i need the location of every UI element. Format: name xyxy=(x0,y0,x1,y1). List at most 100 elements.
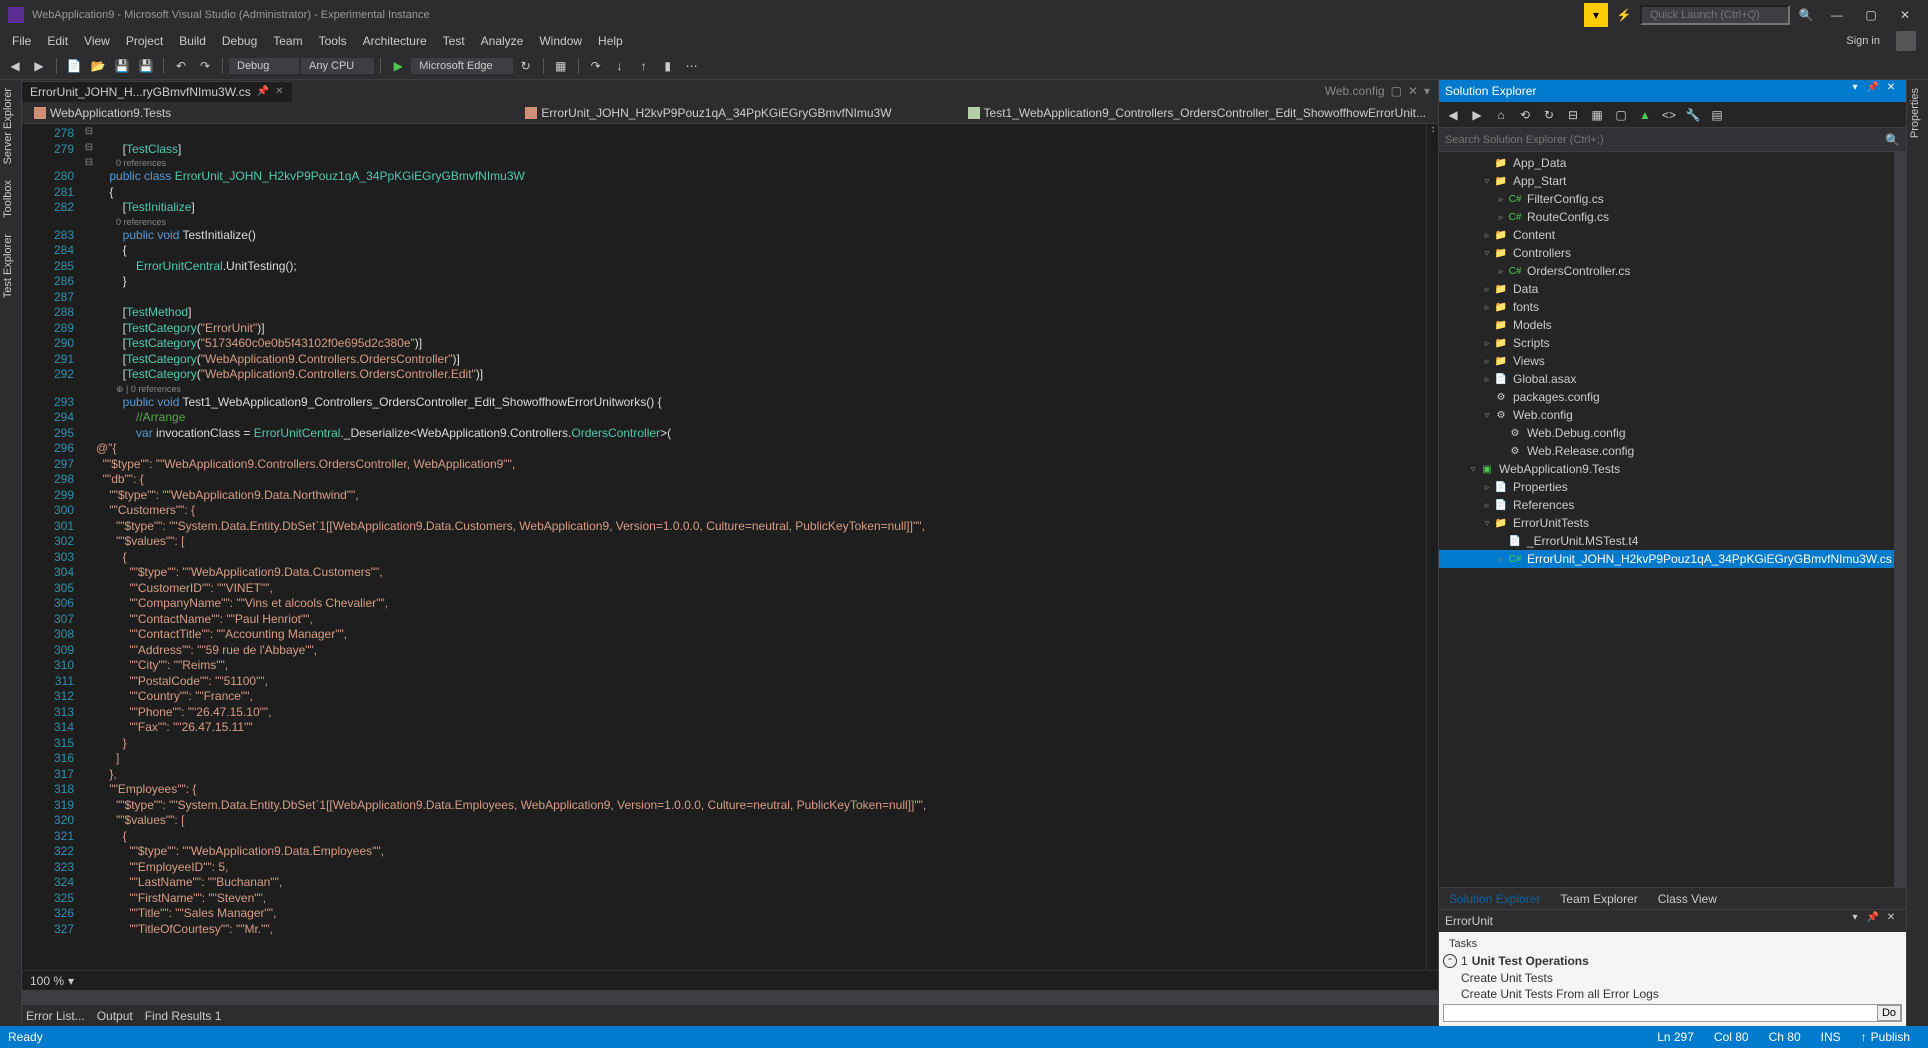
minimize-button[interactable]: — xyxy=(1822,3,1852,27)
se-collapse-icon[interactable]: ⊟ xyxy=(1563,105,1583,125)
close-icon[interactable]: ✕ xyxy=(1882,82,1900,100)
tree-scrollbar[interactable] xyxy=(1894,152,1906,887)
tree-item[interactable]: ⚙packages.config xyxy=(1439,388,1906,406)
tab-close-icon[interactable]: ✕ xyxy=(1408,84,1418,98)
properties-tab[interactable]: Properties xyxy=(1907,80,1928,146)
se-tab-solution-explorer[interactable]: Solution Explorer xyxy=(1439,889,1550,909)
step-over-icon[interactable]: ↷ xyxy=(585,55,607,77)
zoom-dropdown-icon[interactable]: ▾ xyxy=(68,974,74,988)
tab-close-icon[interactable]: ✕ xyxy=(275,86,283,97)
save-button[interactable]: 💾 xyxy=(111,55,133,77)
zoom-level[interactable]: 100 % xyxy=(30,974,64,988)
do-button[interactable]: Do xyxy=(1877,1005,1901,1021)
code-editor[interactable]: [TestClass] 0 references public class Er… xyxy=(96,124,1426,970)
pin-icon[interactable]: 📌 xyxy=(1864,82,1882,100)
se-showall-icon[interactable]: ▦ xyxy=(1587,105,1607,125)
side-tab-server-explorer[interactable]: Server Explorer xyxy=(0,80,21,172)
task-group[interactable]: ⌃ 1 Unit Test Operations xyxy=(1443,952,1902,970)
tree-item[interactable]: ▹📁fonts xyxy=(1439,298,1906,316)
redo-button[interactable]: ↷ xyxy=(194,55,216,77)
tb-icon-2[interactable]: ⋯ xyxy=(681,55,703,77)
task-item-create[interactable]: Create Unit Tests xyxy=(1443,970,1902,986)
menu-test[interactable]: Test xyxy=(435,32,473,50)
pin-icon[interactable]: 📌 xyxy=(1864,912,1882,930)
tree-item[interactable]: 📄_ErrorUnit.MSTest.t4 xyxy=(1439,532,1906,550)
menu-window[interactable]: Window xyxy=(531,32,590,50)
nav-back-button[interactable]: ◀ xyxy=(4,55,26,77)
tree-item[interactable]: ▹📄References xyxy=(1439,496,1906,514)
method-dropdown[interactable]: Test1_WebApplication9_Controllers_Orders… xyxy=(960,104,1434,122)
tree-item[interactable]: ▿⚙Web.config xyxy=(1439,406,1906,424)
close-icon[interactable]: ✕ xyxy=(1882,912,1900,930)
save-all-button[interactable]: 💾 xyxy=(135,55,157,77)
step-into-icon[interactable]: ↓ xyxy=(609,55,631,77)
side-tab-toolbox[interactable]: Toolbox xyxy=(0,172,21,226)
nav-forward-button[interactable]: ▶ xyxy=(28,55,50,77)
tree-item[interactable]: ▹📄Properties xyxy=(1439,478,1906,496)
task-item-create-all[interactable]: Create Unit Tests From all Error Logs xyxy=(1443,986,1902,1002)
active-document-tab[interactable]: ErrorUnit_JOHN_H...ryGBmvfNImu3W.cs 📌 ✕ xyxy=(22,81,292,102)
refresh-icon[interactable]: ↻ xyxy=(515,55,537,77)
output-tab-error-list---[interactable]: Error List... xyxy=(26,1009,85,1023)
sign-in-link[interactable]: Sign in xyxy=(1846,35,1888,47)
menu-file[interactable]: File xyxy=(4,32,39,50)
output-tab-find-results-1[interactable]: Find Results 1 xyxy=(145,1009,222,1023)
vertical-scrollbar[interactable]: ↕ xyxy=(1426,124,1438,970)
side-tab-test-explorer[interactable]: Test Explorer xyxy=(0,226,21,306)
quick-launch-input[interactable] xyxy=(1640,5,1790,25)
search-icon[interactable]: 🔍 xyxy=(1885,133,1900,147)
menu-team[interactable]: Team xyxy=(265,32,310,50)
maximize-button[interactable]: ▢ xyxy=(1856,3,1886,27)
tree-item[interactable]: ▹C#RouteConfig.cs xyxy=(1439,208,1906,226)
se-back-icon[interactable]: ◀ xyxy=(1443,105,1463,125)
output-tab-output[interactable]: Output xyxy=(97,1009,133,1023)
se-code-icon[interactable]: <> xyxy=(1659,105,1679,125)
tree-item[interactable]: ▹📁Content xyxy=(1439,226,1906,244)
window-dropdown-icon[interactable]: ▾ xyxy=(1846,82,1864,100)
tree-item[interactable]: 📁App_Data xyxy=(1439,154,1906,172)
tb-icon-1[interactable]: ▦ xyxy=(550,55,572,77)
tree-item[interactable]: ⚙Web.Release.config xyxy=(1439,442,1906,460)
se-view-icon[interactable]: ▤ xyxy=(1707,105,1727,125)
platform-dropdown[interactable]: Any CPU xyxy=(301,58,374,74)
menu-build[interactable]: Build xyxy=(171,32,214,50)
se-search-input[interactable] xyxy=(1445,134,1885,146)
tree-item[interactable]: ▹📁Views xyxy=(1439,352,1906,370)
expand-icon[interactable]: ⌃ xyxy=(1443,954,1457,968)
user-avatar-icon[interactable] xyxy=(1896,31,1916,51)
tree-item[interactable]: ▹C#OrdersController.cs xyxy=(1439,262,1906,280)
tree-item[interactable]: ▿📁ErrorUnitTests xyxy=(1439,514,1906,532)
solution-explorer-search[interactable]: 🔍 xyxy=(1439,128,1906,152)
se-sync-icon[interactable]: ⟲ xyxy=(1515,105,1535,125)
solution-tree[interactable]: 📁App_Data▿📁App_Start▹C#FilterConfig.cs▹C… xyxy=(1439,152,1906,887)
tab-dropdown-icon[interactable]: ▾ xyxy=(1424,84,1430,98)
bookmark-icon[interactable]: ▮ xyxy=(657,55,679,77)
se-refresh-icon[interactable]: ↻ xyxy=(1539,105,1559,125)
search-icon[interactable]: 🔍 xyxy=(1794,3,1818,27)
class-dropdown[interactable]: ErrorUnit_JOHN_H2kvP9Pouz1qA_34PpKGiEGry… xyxy=(517,104,899,122)
window-dropdown-icon[interactable]: ▾ xyxy=(1846,912,1864,930)
tree-item[interactable]: 📁Models xyxy=(1439,316,1906,334)
feedback-icon[interactable]: ⚡ xyxy=(1612,3,1636,27)
tree-item[interactable]: ▹C#ErrorUnit_JOHN_H2kvP9Pouz1qA_34PpKGiE… xyxy=(1439,550,1906,568)
se-tab-team-explorer[interactable]: Team Explorer xyxy=(1550,889,1647,909)
tree-item[interactable]: ▿📁Controllers xyxy=(1439,244,1906,262)
menu-help[interactable]: Help xyxy=(590,32,631,50)
se-properties-icon[interactable]: 🔧 xyxy=(1683,105,1703,125)
step-out-icon[interactable]: ↑ xyxy=(633,55,655,77)
se-tab-class-view[interactable]: Class View xyxy=(1648,889,1727,909)
browser-dropdown[interactable]: Microsoft Edge xyxy=(411,58,512,74)
open-file-button[interactable]: 📂 xyxy=(87,55,109,77)
undo-button[interactable]: ↶ xyxy=(170,55,192,77)
tab-promote-icon[interactable]: ▢ xyxy=(1391,84,1402,98)
project-dropdown[interactable]: WebApplication9.Tests xyxy=(26,104,179,122)
publish-button[interactable]: ↑Publish xyxy=(1851,1030,1920,1044)
menu-project[interactable]: Project xyxy=(118,32,171,50)
preview-tab[interactable]: Web.config ▢ ✕ ▾ xyxy=(1317,81,1438,101)
tree-item[interactable]: ⚙Web.Debug.config xyxy=(1439,424,1906,442)
se-home-icon[interactable]: ⌂ xyxy=(1491,105,1511,125)
menu-analyze[interactable]: Analyze xyxy=(473,32,532,50)
menu-edit[interactable]: Edit xyxy=(39,32,76,50)
tab-pin-icon[interactable]: 📌 xyxy=(257,86,269,97)
horizontal-scrollbar[interactable] xyxy=(22,990,1438,1004)
